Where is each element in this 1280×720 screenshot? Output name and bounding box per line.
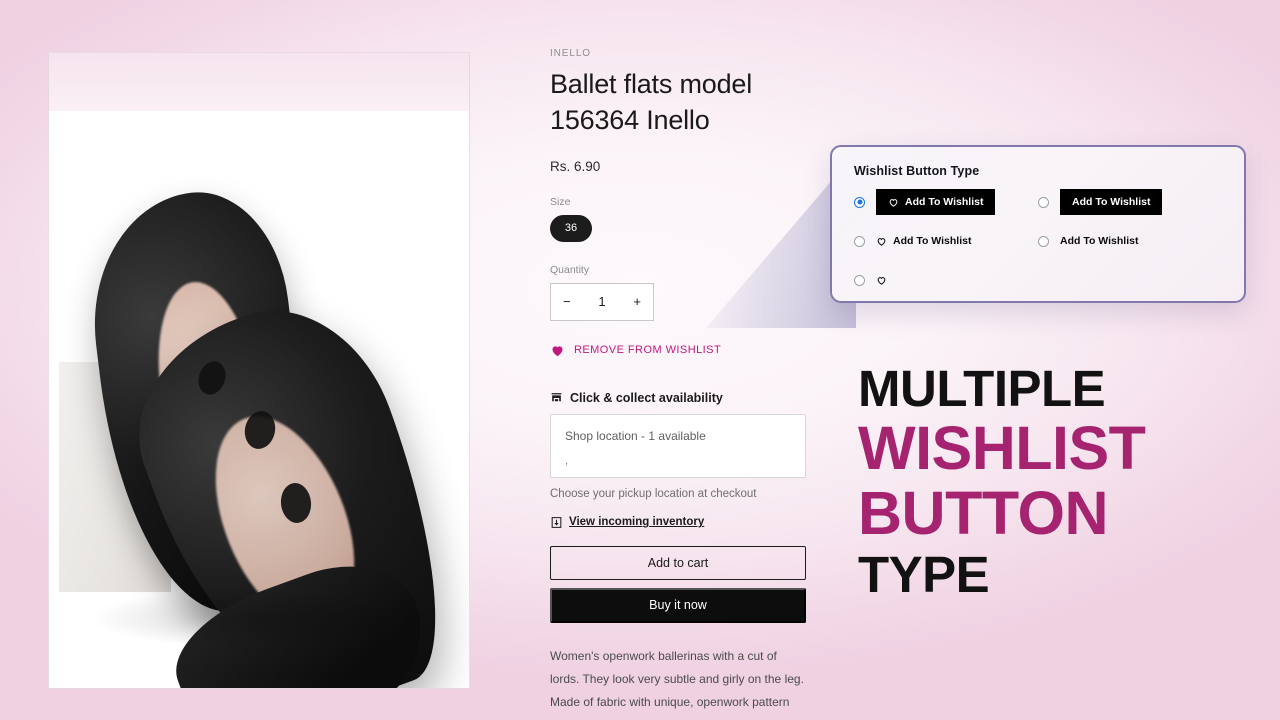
product-photo (49, 111, 469, 688)
headline-line-4: TYPE (858, 545, 990, 603)
wishlist-button-label-4: Add To Wishlist (1060, 235, 1139, 247)
headline-line-1: MULTIPLE (858, 360, 1106, 417)
view-incoming-inventory-label: View incoming inventory (569, 516, 705, 529)
pickup-note: Choose your pickup location at checkout (550, 487, 757, 500)
image-top-band (49, 53, 469, 111)
wishlist-type-option-1[interactable]: Add To Wishlist (854, 189, 1038, 215)
size-label: Size (550, 195, 571, 208)
wishlist-button-preview-4[interactable]: Add To Wishlist (1060, 235, 1138, 247)
product-price: Rs. 6.90 (550, 158, 601, 174)
quantity-increase-button[interactable]: + (633, 294, 641, 309)
photo-ground-shadow (89, 588, 419, 648)
wishlist-button-label-3: Add To Wishlist (893, 235, 972, 247)
wishlist-button-label-2: Add To Wishlist (1072, 196, 1151, 208)
radio-option-1[interactable] (854, 196, 865, 208)
remove-from-wishlist-label: REMOVE FROM WISHLIST (574, 344, 722, 357)
heart-outline-icon (877, 237, 886, 246)
pickup-location-primary: Shop location - 1 available (565, 428, 706, 443)
headline-line-3: BUTTON (858, 478, 1109, 547)
buy-it-now-button[interactable]: Buy it now (550, 587, 806, 623)
wishlist-button-preview-1[interactable]: Add To Wishlist (876, 189, 996, 215)
quantity-decrease-button[interactable]: − (563, 294, 571, 309)
view-incoming-inventory-link[interactable]: View incoming inventory (550, 516, 806, 529)
headline-line-2: WISHLIST (858, 413, 1146, 482)
quantity-input[interactable]: 1 (598, 294, 605, 309)
wishlist-type-option-4[interactable]: Add To Wishlist (1038, 228, 1222, 254)
wishlist-button-label-1: Add To Wishlist (905, 196, 984, 208)
add-to-cart-button[interactable]: Add to cart (550, 545, 806, 580)
radio-option-2[interactable] (1038, 196, 1049, 208)
size-swatch-36[interactable]: 36 (550, 214, 592, 242)
product-info-column: INELLO Ballet flats model 156364 Inello … (550, 48, 806, 720)
panel-title: Wishlist Button Type (854, 164, 980, 178)
pickup-location-secondary: , (565, 454, 569, 467)
wishlist-type-option-3[interactable]: Add To Wishlist (854, 228, 1038, 254)
pickup-location-box: Shop location - 1 available , (550, 413, 806, 478)
heart-outline-icon (877, 276, 886, 285)
inventory-icon (551, 516, 562, 528)
marketing-headline: MULTIPLE WISHLIST BUTTON TYPE (858, 360, 1258, 603)
radio-option-4[interactable] (1038, 235, 1049, 247)
quantity-stepper[interactable]: − 1 + (550, 282, 654, 321)
product-image-card[interactable] (48, 52, 470, 689)
wishlist-button-type-panel: Wishlist Button Type Add To Wishlist Add… (830, 145, 1246, 303)
heart-outline-icon (889, 198, 898, 207)
radio-option-5[interactable] (854, 274, 865, 286)
wishlist-type-option-2[interactable]: Add To Wishlist (1038, 189, 1222, 215)
heart-filled-icon (552, 346, 563, 356)
wishlist-type-options: Add To Wishlist Add To Wishlist Add To W… (854, 189, 1222, 293)
remove-from-wishlist-button[interactable]: REMOVE FROM WISHLIST (550, 343, 806, 358)
click-collect-heading-label: Click & collect availability (570, 390, 723, 405)
wishlist-button-preview-2[interactable]: Add To Wishlist (1060, 189, 1163, 215)
product-description: Women's openwork ballerinas with a cut o… (550, 648, 804, 720)
wishlist-button-preview-5[interactable] (876, 275, 893, 286)
quantity-label: Quantity (550, 263, 590, 276)
product-vendor: INELLO (550, 48, 591, 59)
page-title: Ballet flats model 156364 Inello (550, 69, 752, 135)
store-icon (551, 393, 562, 402)
radio-option-3[interactable] (854, 235, 865, 247)
wishlist-button-preview-3[interactable]: Add To Wishlist (876, 235, 971, 247)
click-collect-heading: Click & collect availability (550, 391, 806, 405)
wishlist-type-option-5[interactable] (854, 267, 1038, 293)
